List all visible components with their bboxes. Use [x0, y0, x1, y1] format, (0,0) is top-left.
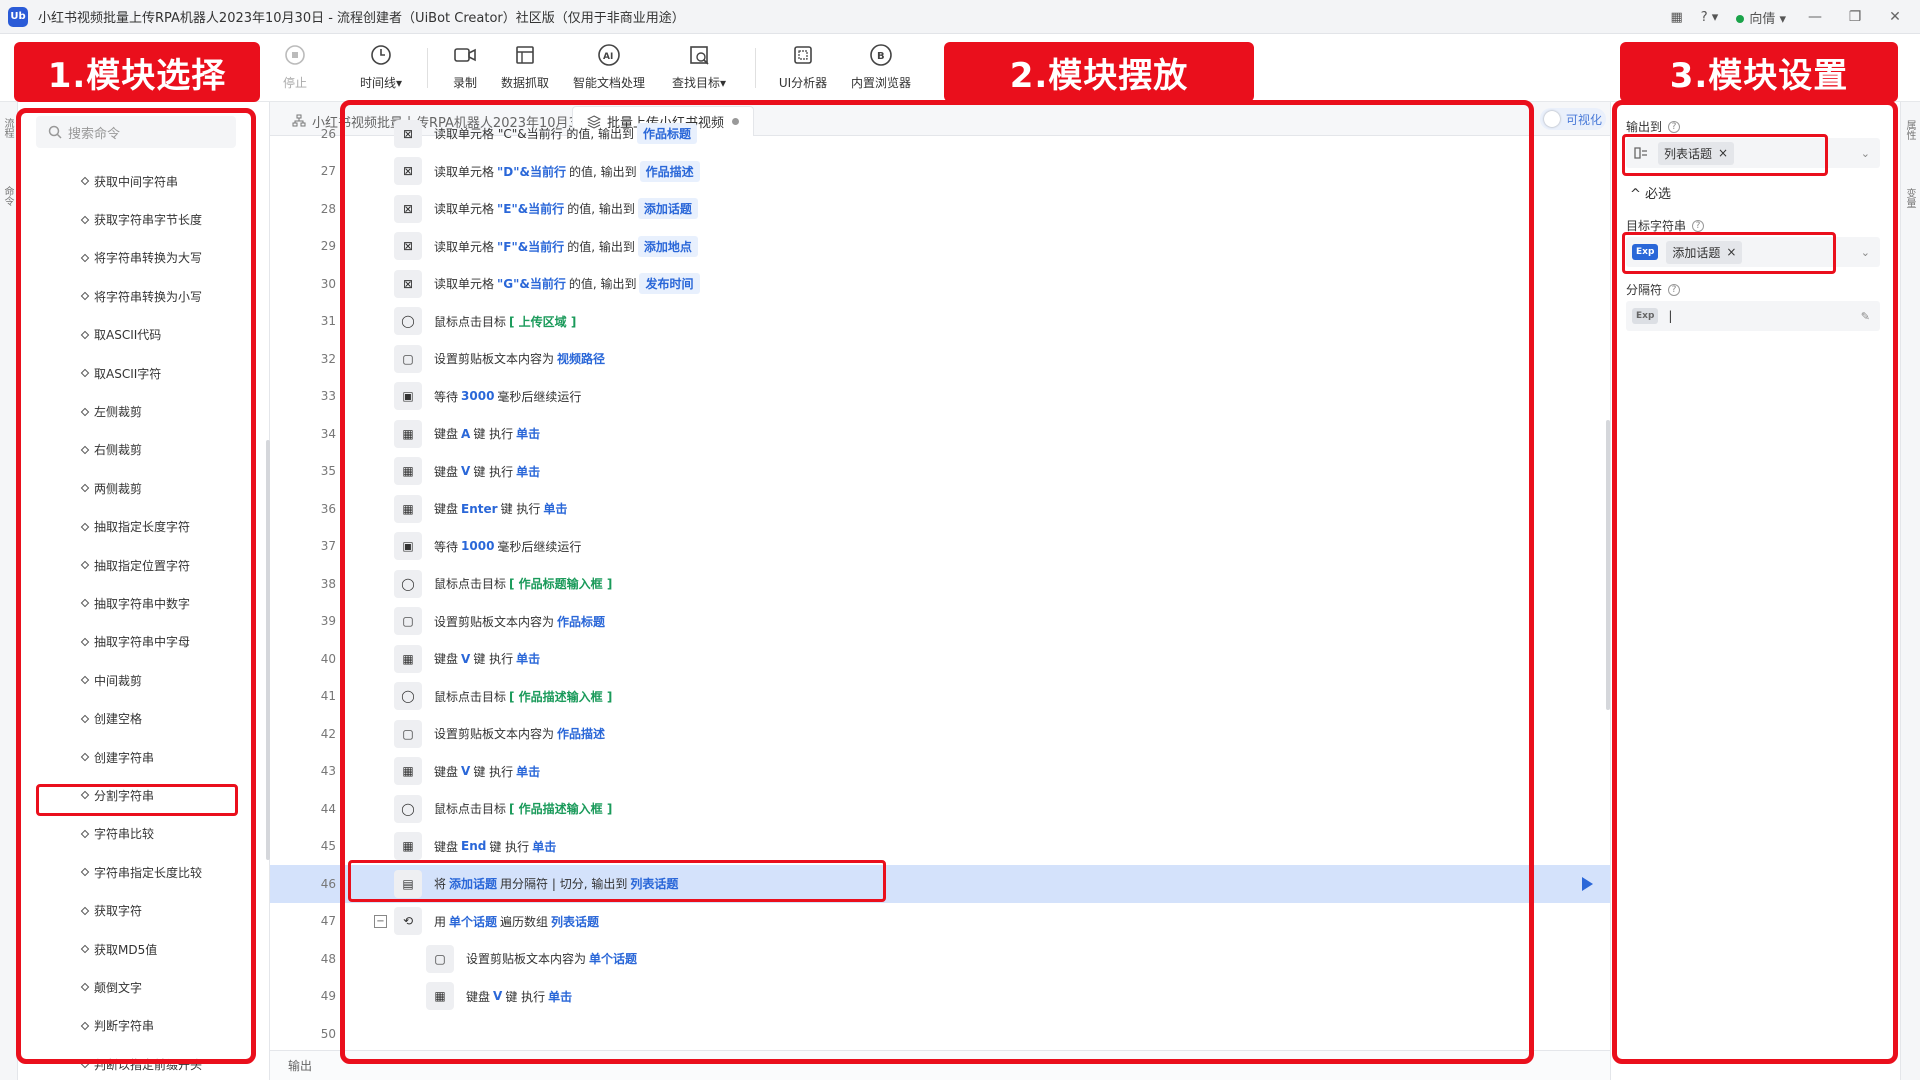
- line-number: 35: [320, 464, 336, 479]
- line-number: 44: [320, 801, 336, 816]
- restore-icon[interactable]: ❐: [1844, 9, 1866, 25]
- line-number: 32: [320, 351, 336, 366]
- ai-doc-label: 智能文档处理: [572, 76, 645, 90]
- line-number: 46: [320, 876, 336, 891]
- toolbar-divider: [755, 48, 756, 88]
- line-number: 38: [320, 576, 336, 591]
- ai-doc-button[interactable]: AI 智能文档处理: [564, 42, 654, 91]
- line-number: 49: [320, 989, 336, 1004]
- timeline-label: 时间线▾: [359, 76, 403, 90]
- svg-text:B: B: [877, 51, 885, 62]
- rail-tab-properties[interactable]: 属性: [1904, 120, 1917, 140]
- ui-analyzer-button[interactable]: UI分析器: [758, 42, 848, 91]
- annotation-banner-module-select: 1.模块选择: [14, 42, 260, 102]
- annotation-banner-module-place: 2.模块摆放: [944, 42, 1254, 102]
- browser-button[interactable]: B 内置浏览器: [836, 42, 926, 91]
- stop-icon: [282, 42, 308, 68]
- window-title: 小红书视频批量上传RPA机器人2023年10月30日 - 流程创建者（UiBot…: [38, 11, 685, 26]
- output-label: 输出: [288, 1059, 313, 1073]
- right-rail: 属性 变量: [1900, 102, 1920, 1080]
- highlight-target-string-field: [1622, 232, 1836, 274]
- title-bar-controls: ▦ ? ▾ 向倩 ▾ — ❐ ✕: [1670, 0, 1906, 34]
- find-target-label: 查找目标▾: [671, 76, 727, 90]
- run-step-icon[interactable]: [1582, 876, 1593, 891]
- browser-icon: B: [868, 42, 894, 68]
- line-number: 29: [320, 239, 336, 254]
- data-grab-button[interactable]: 数据抓取: [480, 42, 570, 91]
- line-number: 48: [320, 951, 336, 966]
- line-number: 30: [320, 276, 336, 291]
- ai-doc-icon: AI: [596, 42, 622, 68]
- highlight-output-to-field: [1622, 134, 1828, 176]
- app-logo-icon: Ub: [8, 6, 28, 27]
- highlight-split-step: [348, 860, 886, 902]
- line-number: 41: [320, 689, 336, 704]
- line-number: 31: [320, 314, 336, 329]
- help-icon[interactable]: ? ▾: [1701, 10, 1719, 25]
- title-bar: Ub 小红书视频批量上传RPA机器人2023年10月30日 - 流程创建者（Ui…: [0, 0, 1920, 34]
- minimize-icon[interactable]: —: [1804, 9, 1826, 25]
- user-menu[interactable]: 向倩 ▾: [1736, 8, 1786, 27]
- line-number: 27: [320, 164, 336, 179]
- line-number: 34: [320, 426, 336, 441]
- rail-tab-flow[interactable]: 流程: [2, 118, 15, 138]
- line-number: 43: [320, 764, 336, 779]
- line-number: 45: [320, 839, 336, 854]
- line-number: 33: [320, 389, 336, 404]
- record-icon: [452, 42, 478, 68]
- record-label: 录制: [452, 76, 477, 90]
- ui-analyzer-icon: [790, 42, 816, 68]
- timeline-button[interactable]: 时间线▾: [336, 42, 426, 91]
- data-grab-icon: [512, 42, 538, 68]
- apps-grid-icon[interactable]: ▦: [1670, 10, 1682, 25]
- browser-label: 内置浏览器: [850, 76, 911, 90]
- line-number: 42: [320, 726, 336, 741]
- line-number: 40: [320, 651, 336, 666]
- line-number: 36: [320, 501, 336, 516]
- close-icon[interactable]: ✕: [1884, 9, 1906, 25]
- stop-button[interactable]: 停止: [250, 42, 340, 91]
- annotation-frame-module-place: [340, 100, 1534, 1064]
- ui-analyzer-label: UI分析器: [778, 76, 828, 90]
- line-number: 39: [320, 614, 336, 629]
- line-number: 50: [320, 1026, 336, 1041]
- annotation-banner-module-settings: 3.模块设置: [1620, 42, 1898, 102]
- stop-label: 停止: [282, 76, 307, 90]
- line-number: 28: [320, 201, 336, 216]
- annotation-frame-module-select: [16, 108, 256, 1064]
- data-grab-label: 数据抓取: [500, 76, 549, 90]
- user-name: 向倩: [1749, 11, 1776, 27]
- highlight-split-string-command: [36, 784, 238, 816]
- line-number: 26: [320, 126, 336, 141]
- line-number: 47: [320, 914, 336, 929]
- rail-tab-variables[interactable]: 变量: [1904, 188, 1917, 208]
- rail-tab-commands[interactable]: 命令: [2, 186, 15, 206]
- svg-text:AI: AI: [603, 52, 613, 62]
- find-target-button[interactable]: 查找目标▾: [654, 42, 744, 91]
- find-target-icon: [686, 42, 712, 68]
- timeline-icon: [368, 42, 394, 68]
- line-number: 37: [320, 539, 336, 554]
- online-status-icon: [1736, 14, 1745, 23]
